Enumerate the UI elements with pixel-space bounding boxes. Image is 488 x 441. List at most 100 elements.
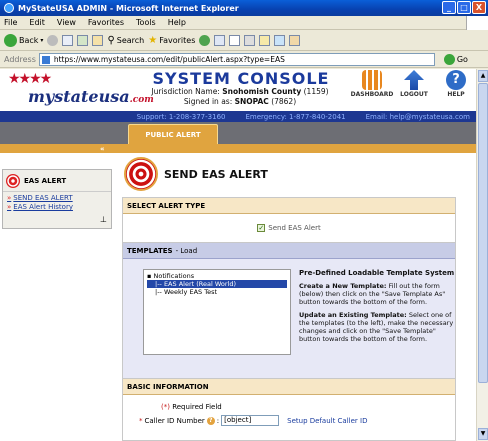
required-star: * [139,416,143,425]
media-icon[interactable] [199,35,211,46]
minimize-button[interactable]: _ [442,1,456,14]
alert-target-icon [6,173,20,188]
close-button[interactable]: X [472,1,486,14]
favorites-label: Favorites [159,36,196,45]
jurisdiction-value: Snohomish County [222,87,302,96]
template-instructions: Pre-Defined Loadable Template System Cre… [299,269,455,348]
menu-edit[interactable]: Edit [29,18,45,27]
alert-target-icon [124,157,158,191]
home-icon[interactable] [92,35,104,46]
templates-load-link[interactable]: - Load [176,247,198,255]
templates-body: ▪ Notifications |-- EAS Alert (Real Worl… [123,259,455,378]
go-label: Go [456,55,468,64]
search-label: Search [116,36,145,45]
select-alert-type-section: SELECT ALERT TYPE ✓ Send EAS Alert [122,197,456,243]
logout-label: LOGOUT [400,91,428,98]
help-question-icon[interactable]: ? [206,416,215,425]
caller-id-row: * Caller ID Number ? : [object] Setup De… [139,415,367,426]
stop-icon[interactable] [62,35,74,46]
dropdown-arrow-icon: ▾ [40,37,44,44]
send-eas-checkbox[interactable]: ✓ [257,224,266,232]
dashboard-button[interactable]: DASHBOARD [351,70,393,98]
web-page: ★★★★ mystateusa.com SYSTEM CONSOLE Juris… [0,69,476,441]
scroll-up-icon[interactable]: ▲ [478,70,488,82]
template-info-title: Pre-Defined Loadable Template System [299,269,455,277]
templates-header-label: TEMPLATES [127,246,173,255]
address-label: Address [4,55,36,64]
edit-icon[interactable] [259,35,271,46]
setup-default-caller-id-link[interactable]: Setup Default Caller ID [287,417,367,425]
go-button[interactable]: Go [443,54,468,65]
caller-id-input[interactable]: [object] [221,415,280,426]
caller-id-colon: : [216,416,220,425]
collapse-sidebar-icon[interactable]: « [100,145,105,153]
discuss-icon[interactable] [274,35,286,46]
signed-value: SNOPAC [234,97,269,106]
sidebar-link-send-eas[interactable]: » SEND EAS ALERT [7,194,107,203]
sidebar-panel: EAS ALERT » SEND EAS ALERT » EAS Alert His… [2,169,112,229]
menu-file[interactable]: File [4,18,17,27]
star-icon: ★ [148,35,158,46]
help-icon: ? [446,70,466,90]
forward-icon[interactable] [47,35,59,46]
basic-info-section: BASIC INFORMATION (*) Required Field * C… [122,379,456,441]
sidebar-link-eas-history[interactable]: » EAS Alert History [7,203,107,212]
basic-info-header: BASIC INFORMATION [123,379,455,395]
tab-public-alert[interactable]: PUBLIC ALERT [128,124,218,144]
ie-icon [4,3,14,13]
required-legend: (*) Required Field [161,403,222,411]
site-header: ★★★★ mystateusa.com SYSTEM CONSOLE Juris… [0,69,476,111]
site-logo[interactable]: ★★★★ mystateusa.com [6,71,154,111]
menu-favorites[interactable]: Favorites [88,18,124,27]
logout-button[interactable]: LOGOUT [398,70,430,98]
refresh-icon[interactable] [77,35,89,46]
select-alert-type-header: SELECT ALERT TYPE [123,198,455,214]
messenger-icon[interactable] [289,35,301,46]
menu-view[interactable]: View [57,18,76,27]
signed-label: Signed in as: [183,97,233,106]
template-tree[interactable]: ▪ Notifications |-- EAS Alert (Real Worl… [143,269,291,355]
page-title: SEND EAS ALERT [164,167,268,181]
update-template-text: Update an Existing Template: Select one … [299,311,454,343]
back-label: Back [19,36,39,45]
menu-tools[interactable]: Tools [136,18,156,27]
mail-icon[interactable] [229,35,241,46]
support-email[interactable]: Email: help@mystateusa.com [366,113,470,121]
logo-text: mystateusa.com [28,87,154,106]
basic-info-body: (*) Required Field * Caller ID Number ? … [123,395,455,440]
scrollbar-thumb[interactable] [478,83,488,383]
page-heading: SEND EAS ALERT [118,153,476,195]
help-button[interactable]: ? HELP [440,70,472,98]
create-template-text: Create a New Template: Fill out the form… [299,282,446,306]
sidebar-links: » SEND EAS ALERT » EAS Alert History [3,192,111,214]
pin-icon[interactable]: ⊥ [100,215,107,224]
scroll-down-icon[interactable]: ▼ [478,428,488,440]
tree-node-weekly-test[interactable]: |-- Weekly EAS Test [147,288,287,296]
sidebar-title: EAS ALERT [24,176,67,185]
address-bar: Address https://www.mystateusa.com/edit/… [0,52,488,68]
emergency-phone: Emergency: 1-877-840-2041 [245,112,346,121]
tree-node-notifications[interactable]: ▪ Notifications [147,272,287,280]
print-icon[interactable] [244,35,256,46]
maximize-button[interactable]: □ [457,1,471,14]
dashboard-icon [362,70,382,90]
back-arrow-icon [4,34,17,47]
back-button[interactable]: Back ▾ [4,34,43,47]
tree-node-eas-real-world[interactable]: |-- EAS Alert (Real World) [147,280,287,288]
jurisdiction-id: (1159) [303,87,329,96]
window-title: MyStateUSA ADMIN - Microsoft Internet Ex… [18,3,239,13]
help-label: HELP [447,91,465,98]
vertical-scrollbar[interactable]: ▲ ▼ [476,69,488,441]
sidebar-header: EAS ALERT [3,170,111,192]
dashboard-label: DASHBOARD [350,91,394,98]
address-input[interactable]: https://www.mystateusa.com/edit/publicAl… [38,53,435,66]
search-button[interactable]: ⚲ Search [107,35,144,46]
go-arrow-icon [443,54,455,65]
history-icon[interactable] [214,35,226,46]
menu-help[interactable]: Help [168,18,186,27]
templates-section: TEMPLATES - Load ▪ Notifications |-- EAS… [122,243,456,379]
jurisdiction-info: Jurisdiction Name: Snohomish County (115… [140,87,340,107]
favorites-button[interactable]: ★ Favorites [148,35,195,46]
window-controls: _ □ X [442,1,486,14]
page-icon [41,56,50,64]
